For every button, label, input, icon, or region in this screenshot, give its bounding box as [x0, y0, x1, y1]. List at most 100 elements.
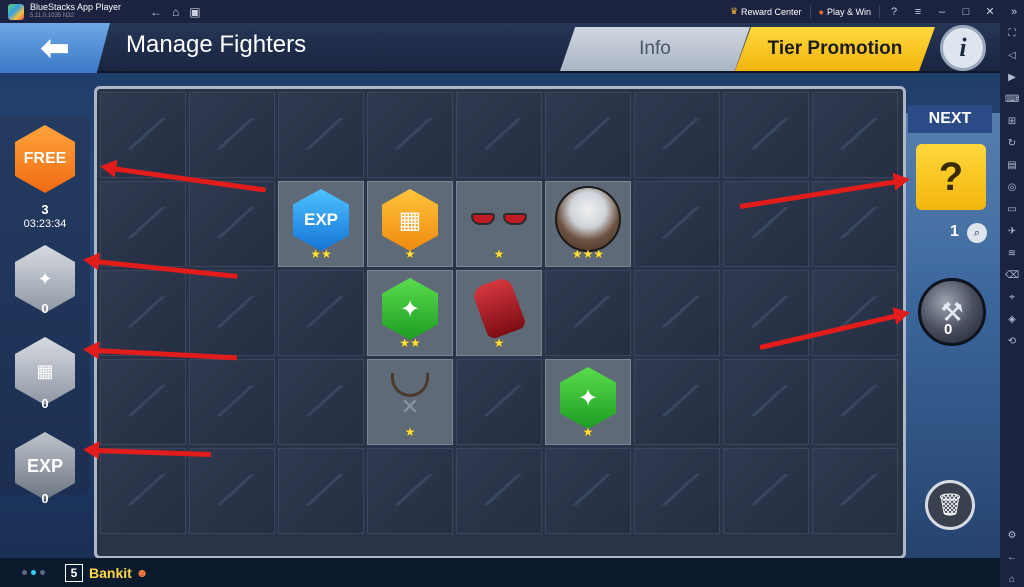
mystery-result-slot[interactable]: ? — [916, 144, 986, 210]
tab-info[interactable]: Info — [560, 27, 750, 71]
empty-inventory-slot[interactable]: ⟋ — [100, 270, 186, 356]
erase-icon[interactable]: ⌫ — [1005, 269, 1019, 283]
empty-inventory-slot[interactable]: ⟋ — [100, 181, 186, 267]
mystery-count: 1 — [950, 223, 959, 240]
empty-inventory-slot[interactable]: ⟋ — [723, 92, 809, 178]
inventory-slot-green-shard[interactable]: ✦ ★★ — [367, 270, 453, 356]
empty-inventory-slot[interactable]: ⟋ — [545, 270, 631, 356]
empty-inventory-slot[interactable]: ⟋ — [189, 270, 275, 356]
android-back-icon[interactable]: ← — [1005, 551, 1019, 565]
exp-material-button[interactable]: EXP — [15, 432, 75, 500]
macro-icon[interactable]: ↻ — [1005, 137, 1019, 151]
empty-inventory-slot[interactable]: ⟋ — [367, 92, 453, 178]
android-home-icon[interactable]: ⌂ — [1005, 573, 1019, 587]
gamepad-icon[interactable]: ⊞ — [1005, 115, 1019, 129]
folder-icon[interactable]: ▭ — [1005, 203, 1019, 217]
empty-inventory-slot[interactable]: ⟋ — [545, 448, 631, 534]
empty-inventory-slot[interactable]: ⟋ — [812, 359, 898, 445]
magnifier-icon[interactable]: ⌕ — [967, 223, 987, 243]
menu-icon[interactable]: ≡ — [908, 6, 928, 18]
empty-inventory-slot[interactable]: ⟋ — [545, 92, 631, 178]
empty-inventory-slot[interactable]: ⟋ — [278, 359, 364, 445]
slot-watermark-icon: ⟋ — [841, 379, 869, 424]
slot-watermark-icon: ⟋ — [396, 112, 424, 157]
empty-inventory-slot[interactable]: ⟋ — [812, 448, 898, 534]
empty-inventory-slot[interactable]: ⟋ — [367, 448, 453, 534]
empty-inventory-slot[interactable]: ⟋ — [723, 181, 809, 267]
empty-inventory-slot[interactable]: ⟋ — [456, 359, 542, 445]
free-timer: 03:23:34 — [23, 218, 67, 230]
empty-inventory-slot[interactable]: ⟋ — [189, 181, 275, 267]
empty-inventory-slot[interactable]: ⟋ — [634, 448, 720, 534]
rotate-icon[interactable]: ⟲ — [1005, 335, 1019, 349]
free-draw-button[interactable]: FREE — [15, 125, 75, 193]
title-text: BlueStacks App Player 5.11.0.1035 N32 — [30, 1, 140, 21]
slot-watermark-icon: ⟋ — [663, 379, 691, 424]
empty-inventory-slot[interactable]: ⟋ — [278, 270, 364, 356]
tab-tier-promotion[interactable]: Tier Promotion — [735, 27, 935, 71]
empty-inventory-slot[interactable]: ⟋ — [634, 359, 720, 445]
back-icon[interactable]: ← — [150, 5, 162, 19]
close-icon[interactable]: ✕ — [980, 5, 1000, 18]
empty-inventory-slot[interactable]: ⟋ — [189, 448, 275, 534]
star-rating: ★★ — [310, 247, 332, 261]
maximize-icon[interactable]: □ — [956, 6, 976, 18]
empty-inventory-slot[interactable]: ⟋ — [634, 181, 720, 267]
empty-inventory-slot[interactable]: ⟋ — [456, 92, 542, 178]
trash-button[interactable]: 🗑 — [925, 480, 975, 530]
play-win-icon: ● — [818, 6, 824, 17]
window-title: BlueStacks App Player — [30, 1, 122, 12]
empty-inventory-slot[interactable]: ⟋ — [100, 448, 186, 534]
empty-inventory-slot[interactable]: ⟋ — [812, 92, 898, 178]
location-icon[interactable]: ⌖ — [1005, 291, 1019, 305]
empty-inventory-slot[interactable]: ⟋ — [812, 270, 898, 356]
slot-watermark-icon: ⟋ — [307, 468, 335, 513]
minimize-icon[interactable]: – — [932, 6, 952, 18]
apk-icon[interactable]: ▤ — [1005, 159, 1019, 173]
tabs-icon[interactable]: ▣ — [189, 5, 200, 19]
inventory-slot-vest[interactable]: ▦ ★ — [367, 181, 453, 267]
empty-inventory-slot[interactable]: ⟋ — [278, 448, 364, 534]
empty-inventory-slot[interactable]: ⟋ — [100, 359, 186, 445]
fullscreen-icon[interactable]: ⛶ — [1005, 27, 1019, 41]
empty-inventory-slot[interactable]: ⟋ — [634, 270, 720, 356]
empty-inventory-slot[interactable]: ⟋ — [634, 92, 720, 178]
inventory-slot-fighter-portrait[interactable]: ★★★ — [545, 181, 631, 267]
play-win-button[interactable]: ● Play & Win — [815, 7, 875, 17]
empty-inventory-slot[interactable]: ⟋ — [278, 92, 364, 178]
slot-watermark-icon: ⟋ — [485, 468, 513, 513]
keyboard-icon[interactable]: ⌨ — [1005, 93, 1019, 107]
inventory-slot-red-glove[interactable]: ★ — [456, 270, 542, 356]
player-name[interactable]: Bankit — [89, 565, 132, 581]
reward-center-button[interactable]: ♛ Reward Center — [726, 6, 806, 17]
slot-watermark-icon: ⟋ — [218, 379, 246, 424]
slot-watermark-icon: ⟋ — [574, 290, 602, 335]
shake-icon[interactable]: ≋ — [1005, 247, 1019, 261]
layers-icon[interactable]: ◈ — [1005, 313, 1019, 327]
slot-watermark-icon: ⟋ — [752, 290, 780, 335]
player-emoji-icon: ☻ — [135, 565, 149, 580]
empty-inventory-slot[interactable]: ⟋ — [723, 448, 809, 534]
slot-watermark-icon: ⟋ — [129, 379, 157, 424]
inventory-slot-EXP[interactable]: EXP ★★ — [278, 181, 364, 267]
volume-icon[interactable]: ◁ — [1005, 49, 1019, 63]
home-icon[interactable]: ⌂ — [172, 5, 179, 19]
slot-watermark-icon: ⟋ — [485, 379, 513, 424]
back-button[interactable]: ⬅ — [0, 23, 110, 73]
inventory-slot-necklace[interactable]: ✕ ★ — [367, 359, 453, 445]
inventory-slot-green-shard[interactable]: ✦ ★ — [545, 359, 631, 445]
inventory-slot-sunglasses[interactable]: ★ — [456, 181, 542, 267]
media-icon[interactable]: ▶ — [1005, 71, 1019, 85]
empty-inventory-slot[interactable]: ⟋ — [189, 92, 275, 178]
empty-inventory-slot[interactable]: ⟋ — [189, 359, 275, 445]
airplane-icon[interactable]: ✈ — [1005, 225, 1019, 239]
empty-inventory-slot[interactable]: ⟋ — [456, 448, 542, 534]
settings-icon[interactable]: ⚙ — [1005, 529, 1019, 543]
expand-icon[interactable]: » — [1004, 6, 1024, 18]
empty-inventory-slot[interactable]: ⟋ — [723, 359, 809, 445]
help-icon[interactable]: ? — [884, 6, 904, 18]
vest-material-button[interactable]: ▦ — [15, 337, 75, 405]
screenshot-icon[interactable]: ◎ — [1005, 181, 1019, 195]
slot-watermark-icon: ⟋ — [663, 290, 691, 335]
info-icon[interactable]: i — [940, 25, 986, 71]
